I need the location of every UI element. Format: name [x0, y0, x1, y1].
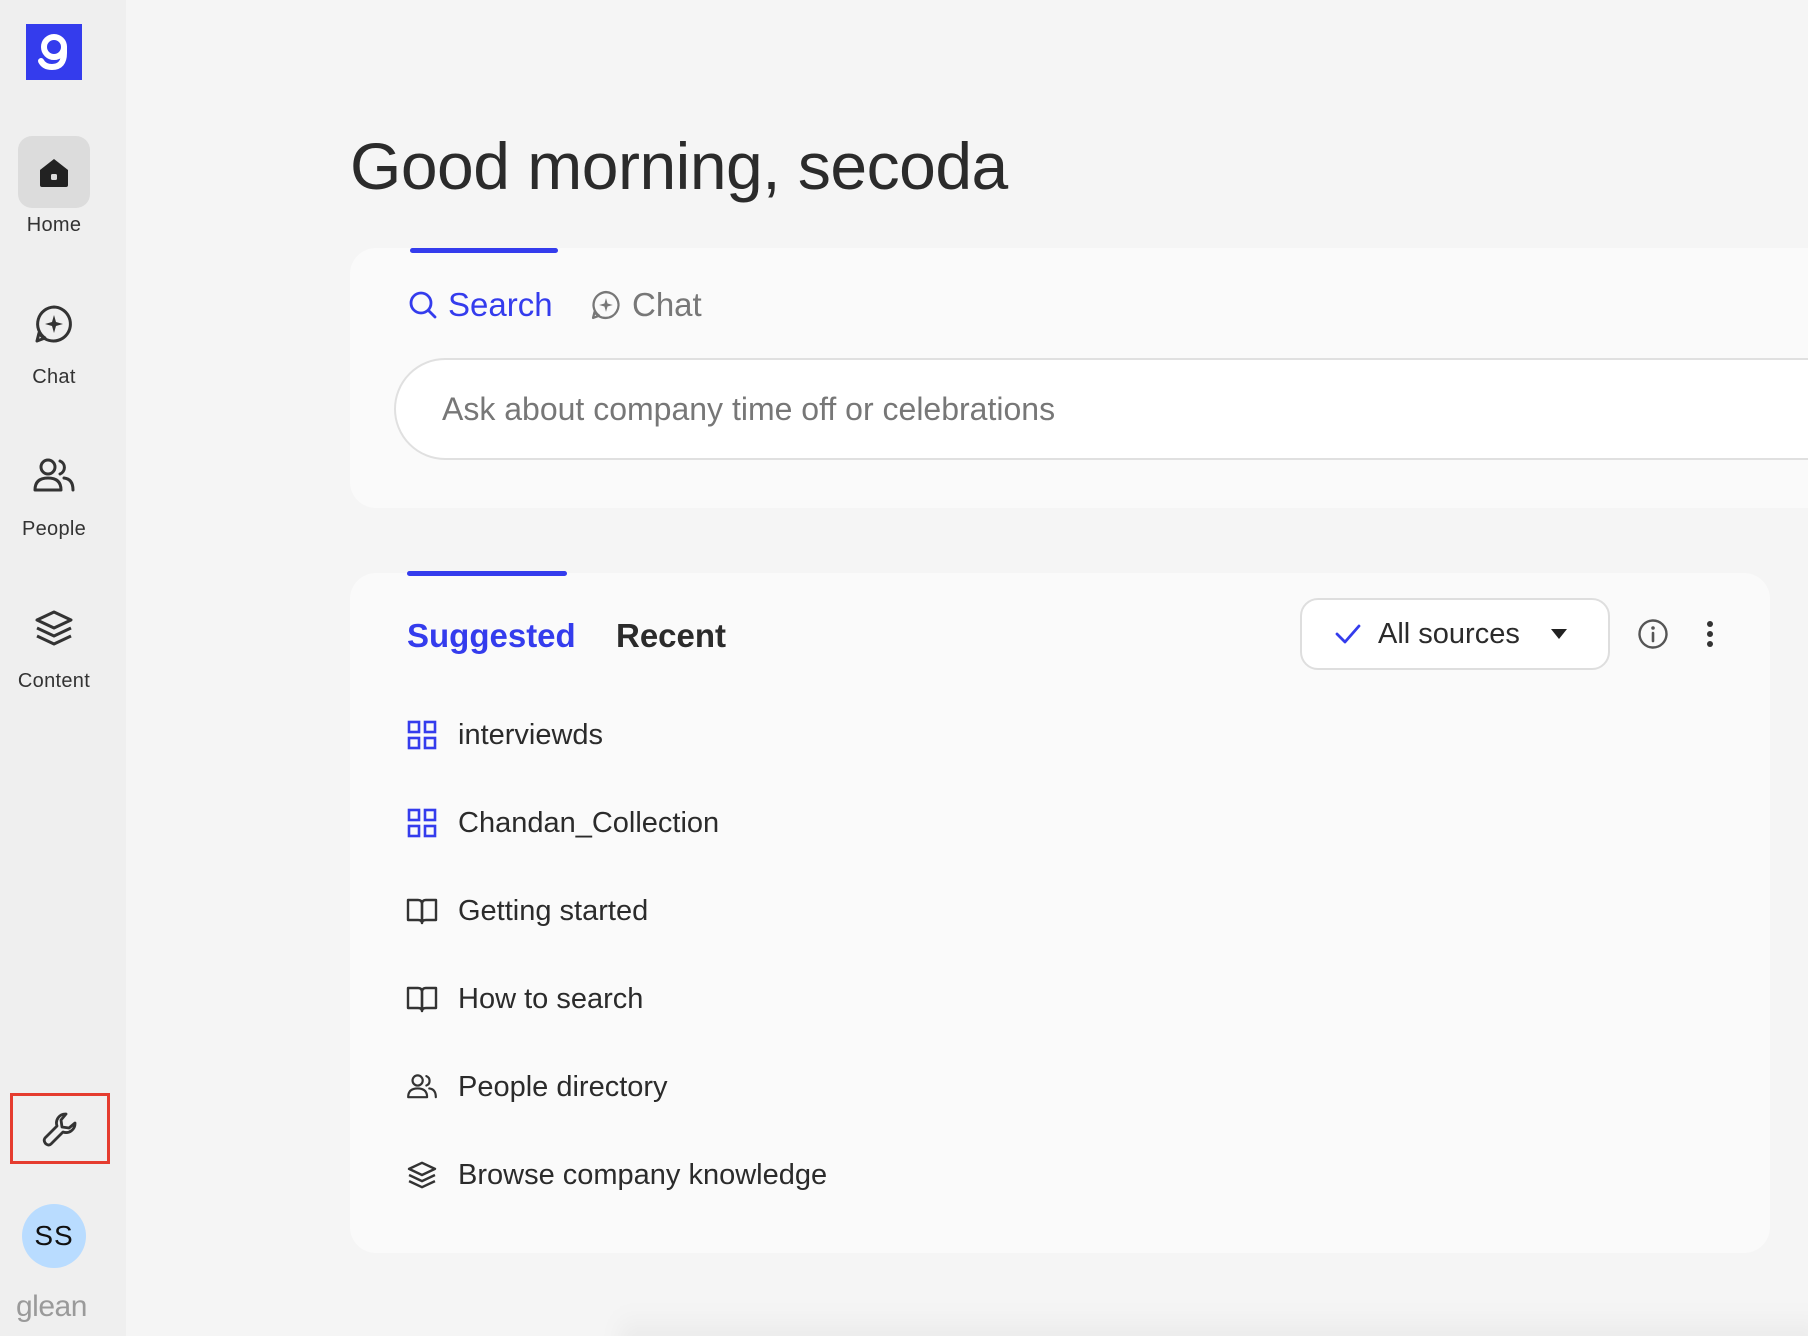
active-tab-indicator	[410, 248, 558, 253]
list-item-label: Getting started	[458, 894, 649, 927]
list-item[interactable]: Getting started	[406, 867, 827, 955]
sidebar-item-label: People	[21, 518, 87, 540]
app-root: Home Chat People Content SS glean Good m…	[0, 0, 1808, 1336]
info-button[interactable]	[1636, 617, 1670, 651]
glean-logo[interactable]	[26, 24, 82, 80]
list-item-label: People directory	[458, 1070, 668, 1103]
list-item[interactable]: How to search	[406, 955, 827, 1043]
avatar[interactable]: SS	[22, 1204, 86, 1268]
home-icon	[18, 136, 90, 208]
people-icon	[406, 1071, 438, 1103]
list-item-label: How to search	[458, 982, 644, 1015]
active-tab-indicator	[407, 571, 567, 576]
check-icon	[1335, 624, 1361, 644]
bottom-shadow	[620, 1310, 1808, 1336]
list-item[interactable]: Chandan_Collection	[406, 779, 827, 867]
book-icon	[406, 895, 438, 927]
list-item-label: Browse company knowledge	[458, 1158, 828, 1191]
suggestions-card: Suggested Recent All sources interviewds…	[350, 571, 1770, 1253]
more-vertical-icon	[1707, 621, 1713, 647]
logo-g-icon	[38, 34, 67, 71]
info-icon	[1638, 619, 1668, 649]
tab-chat[interactable]: Chat	[590, 286, 702, 324]
collection-grid-icon	[406, 807, 438, 839]
book-icon	[406, 983, 438, 1015]
sidebar-item-label: Home	[26, 214, 82, 236]
suggested-list: interviewds Chandan_Collection Getting s…	[406, 691, 827, 1219]
search-input[interactable]	[394, 358, 1808, 460]
search-card: Search Chat	[350, 248, 1808, 508]
list-item[interactable]: interviewds	[406, 691, 827, 779]
tab-label: Search	[448, 286, 553, 323]
tab-suggested[interactable]: Suggested	[407, 617, 576, 655]
chat-sparkle-icon	[591, 290, 620, 320]
sidebar-item-content[interactable]: Content	[0, 592, 108, 693]
sidebar-item-label: Content	[17, 670, 91, 692]
list-item-label: Chandan_Collection	[458, 806, 720, 839]
collection-grid-icon	[406, 719, 438, 751]
tools-button[interactable]	[10, 1093, 110, 1164]
sidebar-item-home[interactable]: Home	[0, 136, 108, 237]
search-icon	[409, 291, 437, 319]
sidebar-item-people[interactable]: People	[0, 440, 108, 541]
caret-down-icon	[1550, 629, 1567, 639]
sidebar-item-label: Chat	[32, 366, 76, 388]
sources-filter-label: All sources	[1378, 617, 1520, 650]
sidebar-item-chat[interactable]: Chat	[0, 288, 108, 389]
list-item-label: interviewds	[458, 718, 604, 751]
page-title: Good morning, secoda	[350, 129, 1008, 203]
tab-search[interactable]: Search	[408, 286, 553, 324]
chat-sparkle-icon	[18, 288, 90, 360]
people-icon	[18, 440, 90, 512]
sources-filter-dropdown[interactable]: All sources	[1300, 598, 1610, 670]
list-item[interactable]: People directory	[406, 1043, 827, 1131]
list-item[interactable]: Browse company knowledge	[406, 1131, 827, 1219]
sidebar: Home Chat People Content SS glean	[0, 0, 126, 1336]
more-options-button[interactable]	[1700, 617, 1720, 651]
wrench-icon	[42, 1112, 77, 1146]
tab-label: Chat	[632, 286, 702, 323]
layers-icon	[18, 592, 90, 664]
glean-wordmark: glean	[16, 1290, 87, 1323]
tab-recent[interactable]: Recent	[616, 617, 726, 655]
layers-icon	[406, 1159, 438, 1191]
